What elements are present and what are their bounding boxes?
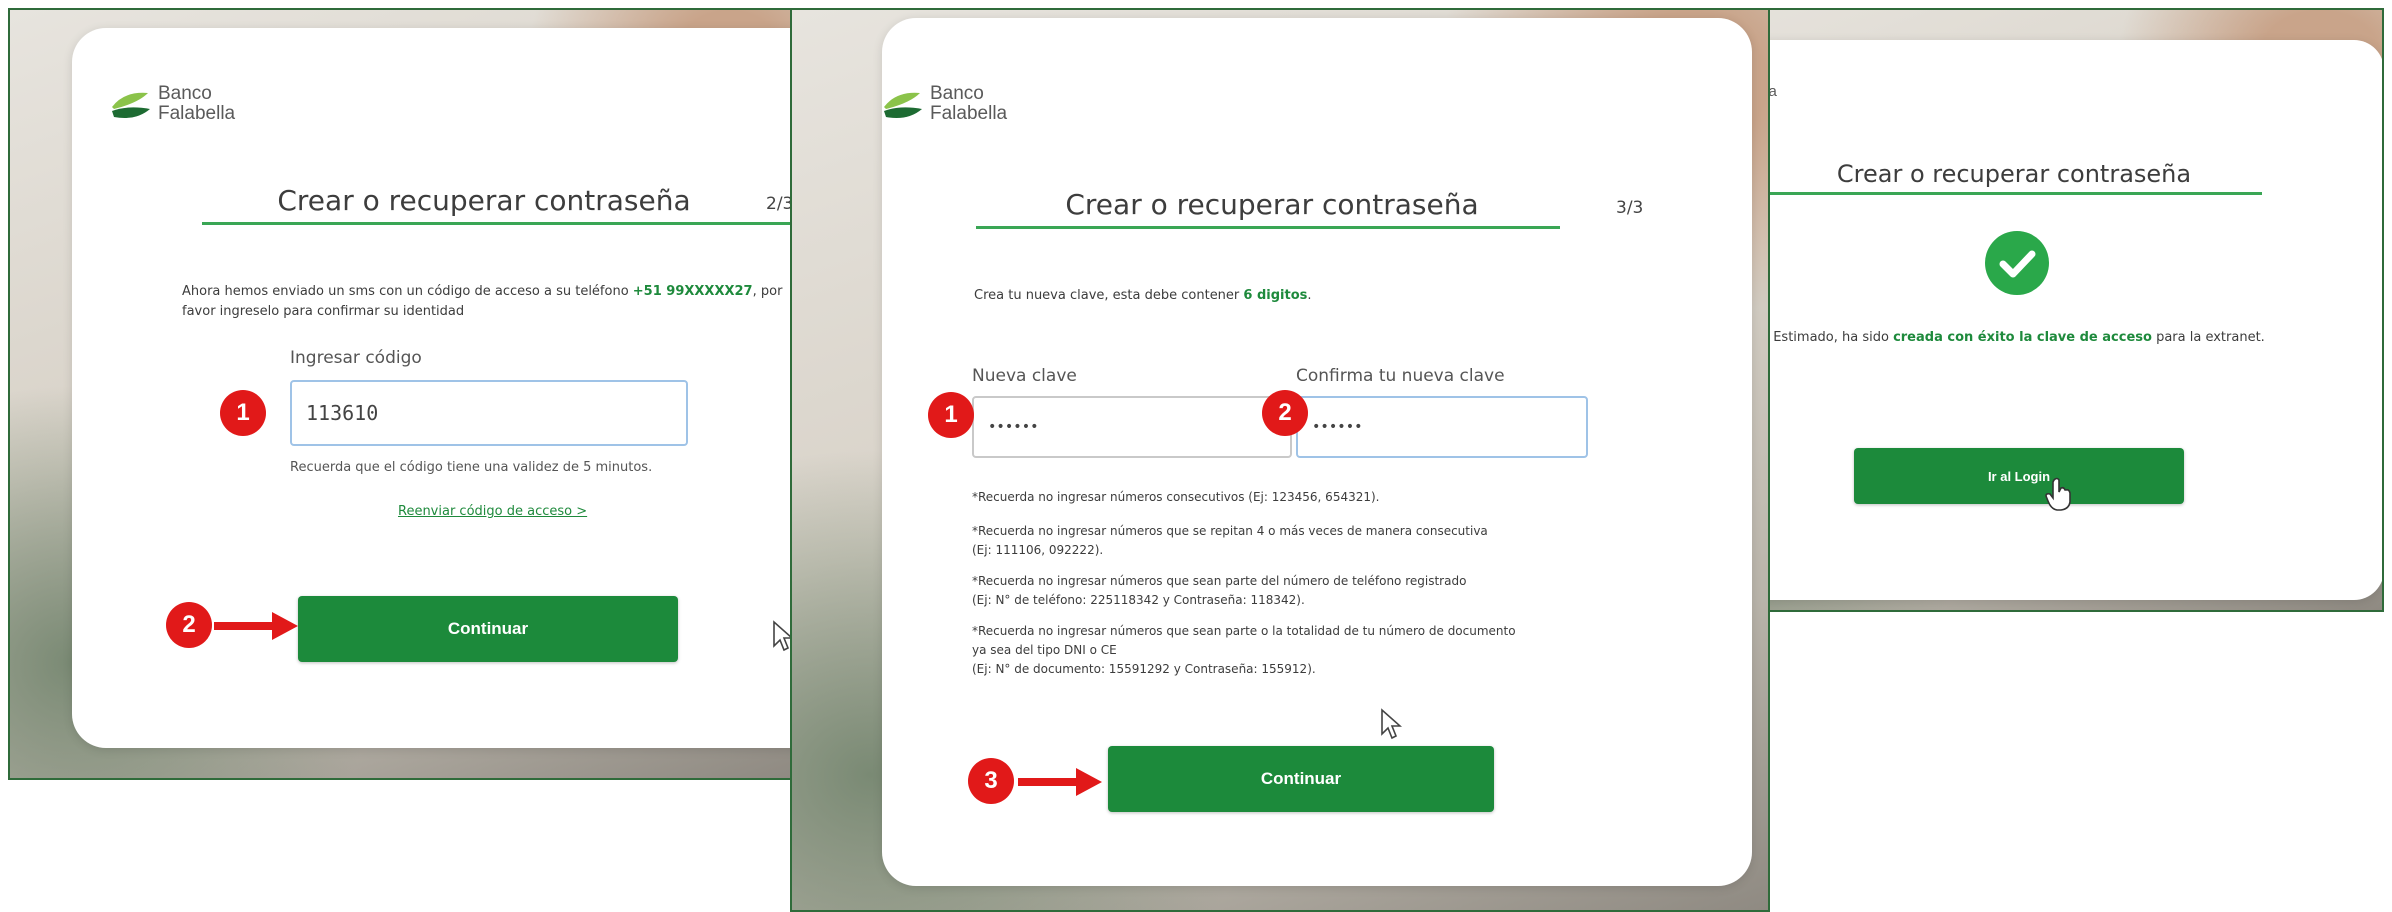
falabella-logo-icon: [112, 92, 150, 118]
code-label: Ingresar código: [290, 348, 422, 368]
annotation-arrow-icon: [1018, 768, 1102, 796]
rule-phone-line-1: *Recuerda no ingresar números que sean p…: [972, 574, 1467, 588]
title-underline: [1766, 192, 2262, 195]
screenshot-step-2: Banco Falabella Crear o recuperar contra…: [8, 8, 794, 780]
annotation-badge-1: 1: [220, 390, 266, 436]
go-to-login-button[interactable]: Ir al Login: [1854, 448, 2184, 504]
new-password-label: Nueva clave: [972, 366, 1077, 386]
step-indicator: 3/3: [1616, 198, 1644, 218]
page-title: Crear o recuperar contraseña: [1065, 188, 1479, 221]
title-underline: [202, 222, 792, 225]
code-input[interactable]: 113610: [290, 380, 688, 446]
rule-consecutive: *Recuerda no ingresar números consecutiv…: [972, 490, 1380, 504]
rule-repeated-line-2: (Ej: 111106, 092222).: [972, 543, 1104, 557]
banco-falabella-logo-2: Banco Falabella: [882, 84, 1007, 124]
page-title: Crear o recuperar contraseña: [1836, 160, 2192, 188]
masked-phone: +51 99XXXXX27: [632, 284, 753, 299]
hand-pointer-icon: [2045, 477, 2071, 511]
brand-line-1: Banco: [930, 83, 984, 104]
screenshot-step-3: Banco Falabella Crear o recuperar contra…: [790, 8, 1770, 912]
password-intro: Crea tu nueva clave, esta debe contener …: [974, 288, 1312, 303]
rule-document-line-3: (Ej: N° de documento: 15591292 y Contras…: [972, 662, 1316, 676]
rule-phone: *Recuerda no ingresar números que sean p…: [972, 572, 1466, 610]
title-underline: [976, 226, 1560, 229]
new-password-input[interactable]: ••••••: [972, 396, 1292, 458]
recovery-card-step-3: Banco Falabella Crear o recuperar contra…: [882, 18, 1752, 886]
sms-message: Ahora hemos enviado un sms con un código…: [182, 282, 792, 322]
continue-button[interactable]: Continuar: [298, 596, 678, 662]
rule-document-line-1: *Recuerda no ingresar números que sean p…: [972, 624, 1516, 638]
annotation-arrow-icon: [214, 612, 298, 640]
mouse-pointer-icon: [1381, 708, 1402, 740]
annotation-badge-2: 2: [1262, 390, 1308, 436]
rule-document: *Recuerda no ingresar números que sean p…: [972, 622, 1516, 679]
password-intro-text: Crea tu nueva clave, esta debe contener: [974, 288, 1244, 303]
continue-button[interactable]: Continuar: [1108, 746, 1494, 812]
rule-repeated: *Recuerda no ingresar números que se rep…: [972, 522, 1488, 560]
rule-document-line-2: ya sea del tipo DNI o CE: [972, 643, 1117, 657]
brand-line-1: Banco: [158, 83, 212, 104]
success-message-text: Estimado, ha sido: [1773, 330, 1894, 345]
validity-note: Recuerda que el código tiene una validez…: [290, 460, 653, 475]
confirm-password-input[interactable]: ••••••: [1296, 396, 1588, 458]
brand-line-2: Falabella: [930, 102, 1008, 124]
page-title: Crear o recuperar contraseña: [277, 184, 691, 217]
rule-repeated-line-1: *Recuerda no ingresar números que se rep…: [972, 524, 1488, 538]
success-check-icon: [1985, 231, 2049, 295]
password-intro-end: .: [1307, 288, 1312, 303]
confirm-password-label: Confirma tu nueva clave: [1296, 366, 1505, 386]
falabella-logo-icon: [884, 92, 922, 118]
digits-highlight: 6 digitos: [1243, 288, 1308, 303]
success-highlight: creada con éxito la clave de acceso: [1893, 330, 2152, 345]
success-message-end: para la extranet.: [2151, 330, 2265, 345]
annotation-badge-1: 1: [928, 392, 974, 438]
resend-code-link[interactable]: Reenviar código de acceso >: [398, 504, 587, 519]
banco-falabella-logo: Banco Falabella: [110, 84, 235, 124]
brand-line-2: Falabella: [158, 102, 236, 124]
success-message: Estimado, ha sido creada con éxito la cl…: [1714, 330, 2324, 345]
annotation-badge-2: 2: [166, 602, 212, 648]
rule-phone-line-2: (Ej: N° de teléfono: 225118342 y Contras…: [972, 593, 1305, 607]
sms-message-text: Ahora hemos enviado un sms con un código…: [182, 284, 633, 299]
annotation-badge-3: 3: [968, 758, 1014, 804]
